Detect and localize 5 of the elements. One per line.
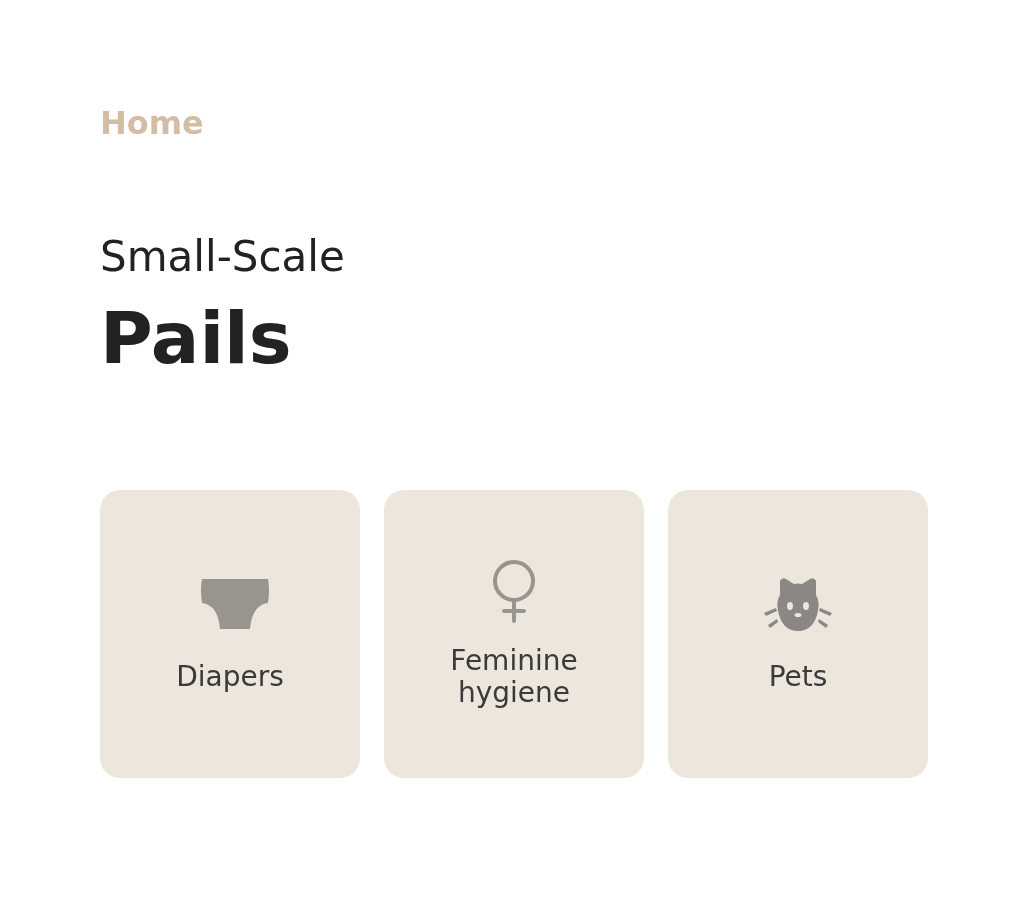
category-card[interactable]: Feminine hygiene: [384, 490, 644, 779]
category-card[interactable]: Pets: [668, 490, 928, 779]
category-card[interactable]: Diapers: [100, 490, 360, 779]
page-subtitle: Small-Scale: [100, 232, 345, 281]
page-title: Pails: [100, 299, 292, 379]
